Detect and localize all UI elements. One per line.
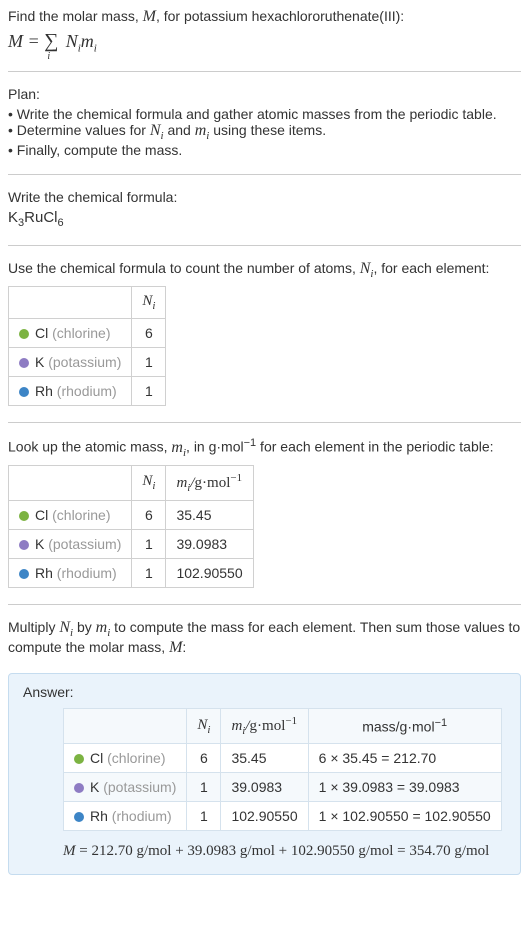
chemical-formula: K3RuCl6 bbox=[8, 209, 521, 229]
element-dot-icon bbox=[74, 754, 84, 764]
element-dot-icon bbox=[74, 812, 84, 822]
molar-mass-formula: M = ∑i Nimi bbox=[8, 30, 521, 55]
count-table: Ni Cl (chlorine) 6 K (potassium) 1 Rh (r… bbox=[8, 286, 166, 406]
element-dot-icon bbox=[19, 569, 29, 579]
chem-title: Write the chemical formula: bbox=[8, 189, 521, 205]
answer-label: Answer: bbox=[23, 684, 506, 700]
table-row: K (potassium) 1 39.0983 bbox=[9, 529, 254, 558]
element-dot-icon bbox=[19, 387, 29, 397]
divider bbox=[8, 245, 521, 246]
intro-section: Find the molar mass, M, for potassium he… bbox=[8, 8, 521, 55]
element-dot-icon bbox=[19, 329, 29, 339]
th-m: mi/g·mol−1 bbox=[166, 465, 253, 500]
mass-section: Look up the atomic mass, mi, in g·mol−1 … bbox=[8, 437, 521, 588]
mass-title: Look up the atomic mass, mi, in g·mol−1 … bbox=[8, 437, 521, 459]
th-n: Ni bbox=[132, 286, 166, 318]
count-title: Use the chemical formula to count the nu… bbox=[8, 260, 521, 280]
count-section: Use the chemical formula to count the nu… bbox=[8, 260, 521, 406]
divider bbox=[8, 174, 521, 175]
th-mass: mass/g·mol−1 bbox=[308, 709, 501, 744]
th-empty bbox=[9, 465, 132, 500]
divider bbox=[8, 71, 521, 72]
plan-title: Plan: bbox=[8, 86, 521, 102]
table-row: Cl (chlorine) 6 bbox=[9, 318, 166, 347]
table-row: Rh (rhodium) 1 bbox=[9, 376, 166, 405]
plan-item-2: • Determine values for Ni and mi using t… bbox=[8, 122, 521, 142]
answer-box: Answer: Ni mi/g·mol−1 mass/g·mol−1 Cl (c… bbox=[8, 673, 521, 875]
table-row: K (potassium) 1 39.0983 1 × 39.0983 = 39… bbox=[64, 773, 502, 802]
final-equation: M = 212.70 g/mol + 39.0983 g/mol + 102.9… bbox=[63, 843, 506, 860]
answer-table: Ni mi/g·mol−1 mass/g·mol−1 Cl (chlorine)… bbox=[63, 708, 502, 831]
table-row: Cl (chlorine) 6 35.45 6 × 35.45 = 212.70 bbox=[64, 744, 502, 773]
th-empty bbox=[9, 286, 132, 318]
plan-item-1: • Write the chemical formula and gather … bbox=[8, 106, 521, 122]
mass-table: Ni mi/g·mol−1 Cl (chlorine) 6 35.45 K (p… bbox=[8, 465, 254, 588]
element-dot-icon bbox=[19, 358, 29, 368]
table-row: Rh (rhodium) 1 102.90550 1 × 102.90550 =… bbox=[64, 802, 502, 831]
chem-k: K bbox=[8, 209, 18, 226]
th-empty bbox=[64, 709, 187, 744]
table-row: K (potassium) 1 bbox=[9, 347, 166, 376]
element-dot-icon bbox=[74, 783, 84, 793]
plan-section: Plan: • Write the chemical formula and g… bbox=[8, 86, 521, 158]
chem-rucl: RuCl bbox=[24, 209, 57, 226]
table-row: Cl (chlorine) 6 35.45 bbox=[9, 500, 254, 529]
divider bbox=[8, 604, 521, 605]
element-dot-icon bbox=[19, 511, 29, 521]
plan-item-3: • Finally, compute the mass. bbox=[8, 142, 521, 158]
th-n: Ni bbox=[187, 709, 221, 744]
divider bbox=[8, 422, 521, 423]
plan-list: • Write the chemical formula and gather … bbox=[8, 106, 521, 158]
chemical-formula-section: Write the chemical formula: K3RuCl6 bbox=[8, 189, 521, 229]
table-row: Rh (rhodium) 1 102.90550 bbox=[9, 558, 254, 587]
th-n: Ni bbox=[132, 465, 166, 500]
th-m: mi/g·mol−1 bbox=[221, 709, 308, 744]
intro-text: Find the molar mass, M, for potassium he… bbox=[8, 8, 521, 26]
element-dot-icon bbox=[19, 540, 29, 550]
multiply-section: Multiply Ni by mi to compute the mass fo… bbox=[8, 619, 521, 657]
chem-cl-sub: 6 bbox=[57, 217, 63, 229]
